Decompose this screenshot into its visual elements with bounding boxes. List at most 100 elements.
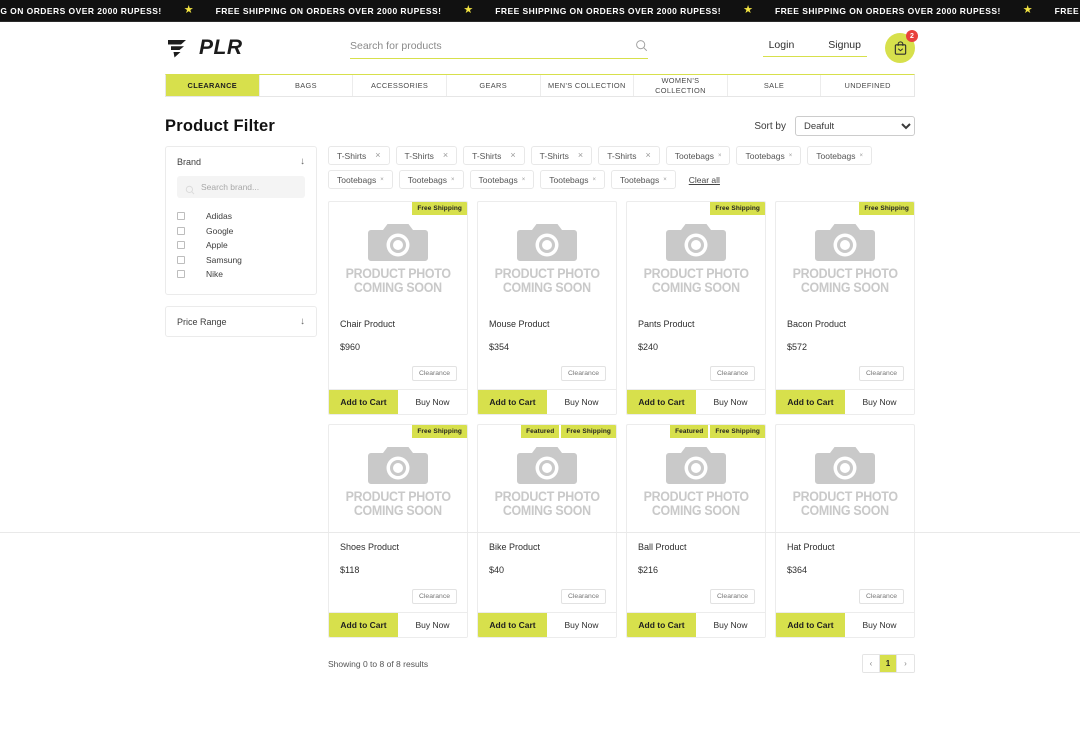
product-card[interactable]: PRODUCT PHOTO COMING SOON Hat Product $364 C… — [775, 424, 915, 638]
filter-chip[interactable]: Tootebags × — [328, 170, 393, 189]
filter-chip[interactable]: Tootebags × — [398, 170, 464, 189]
filter-chip[interactable]: Tootebags × — [736, 146, 802, 165]
price-filter-header[interactable]: Price Range ↓ — [166, 307, 316, 336]
close-x-icon[interactable]: × — [645, 151, 650, 160]
close-x-icon[interactable]: × — [578, 151, 583, 160]
checkbox-icon[interactable] — [177, 212, 185, 221]
product-category-tag: Clearance — [710, 589, 755, 604]
buy-now-button[interactable]: Buy Now — [547, 613, 616, 637]
filter-chip[interactable]: Tootebags × — [540, 170, 605, 189]
clear-all-link[interactable]: Clear all — [689, 175, 720, 185]
search-input[interactable] — [350, 37, 635, 54]
nav-item-undefined[interactable]: UNDEFINED — [821, 75, 914, 96]
filter-chip[interactable]: T-Shirts × — [598, 146, 660, 165]
product-search[interactable] — [350, 37, 648, 59]
add-to-cart-button[interactable]: Add to Cart — [329, 390, 398, 414]
filter-chip[interactable]: Tootebags × — [469, 170, 535, 189]
camera-icon — [517, 221, 577, 264]
checkbox-icon[interactable] — [177, 241, 185, 250]
brand-option-nike[interactable]: Nike — [177, 267, 305, 282]
nav-item-bags[interactable]: BAGS — [260, 75, 354, 96]
chevron-left-icon[interactable]: ‹ — [863, 655, 880, 672]
product-badges: Featured Free Shipping — [670, 425, 765, 438]
coming-soon-text: COMING SOON — [353, 280, 443, 295]
nav-item-clearance[interactable]: CLEARANCE — [166, 75, 260, 96]
product-badges: Free Shipping — [412, 425, 467, 438]
arrow-down-icon[interactable]: ↓ — [300, 157, 305, 167]
close-x-icon[interactable]: × — [375, 151, 380, 160]
page-button-1[interactable]: 1 — [880, 655, 897, 672]
buy-now-button[interactable]: Buy Now — [547, 390, 616, 414]
nav-item-sale[interactable]: SALE — [728, 75, 822, 96]
add-to-cart-button[interactable]: Add to Cart — [329, 613, 398, 637]
nav-item-accessories[interactable]: ACCESSORIES — [353, 75, 447, 96]
close-x-icon[interactable]: × — [443, 151, 448, 160]
search-icon[interactable] — [635, 39, 648, 52]
nav-item-men-s-collection[interactable]: MEN'S COLLECTION — [541, 75, 635, 96]
close-x-icon[interactable]: × — [522, 177, 526, 183]
coming-soon-text: COMING SOON — [800, 280, 890, 295]
buy-now-button[interactable]: Buy Now — [845, 390, 914, 414]
add-to-cart-button[interactable]: Add to Cart — [627, 390, 696, 414]
filter-chip[interactable]: T-Shirts × — [328, 146, 390, 165]
login-link[interactable]: Login — [769, 39, 795, 51]
checkbox-icon[interactable] — [177, 255, 185, 264]
filter-chip[interactable]: T-Shirts × — [395, 146, 458, 165]
filter-chip-label: Tootebags — [549, 174, 589, 185]
brand-option-apple[interactable]: Apple — [177, 238, 305, 253]
product-badges: Free Shipping — [412, 202, 467, 215]
brand-search-input[interactable] — [201, 182, 297, 192]
coming-soon-text: PRODUCT PHOTO — [345, 489, 451, 505]
product-card[interactable]: Free Shipping PRODUCT PHOTO COMING SOON Sho… — [328, 424, 468, 638]
buy-now-button[interactable]: Buy Now — [696, 613, 765, 637]
product-card[interactable]: Featured Free Shipping PRODUCT PHOTO COMING… — [626, 424, 766, 638]
brand-search[interactable] — [177, 176, 305, 198]
product-card[interactable]: PRODUCT PHOTO COMING SOON Mouse Product $35… — [477, 201, 617, 415]
close-x-icon[interactable]: × — [451, 177, 455, 183]
sort-select[interactable]: Deafult — [795, 116, 915, 136]
close-x-icon[interactable]: × — [718, 153, 722, 159]
product-card[interactable]: Featured Free Shipping PRODUCT PHOTO COMING… — [477, 424, 617, 638]
brand-option-samsung[interactable]: Samsung — [177, 253, 305, 268]
add-to-cart-button[interactable]: Add to Cart — [776, 390, 845, 414]
logo[interactable]: PLR — [165, 36, 340, 61]
buy-now-button[interactable]: Buy Now — [398, 613, 467, 637]
badge-featured: Featured — [670, 425, 709, 438]
product-card[interactable]: Free Shipping PRODUCT PHOTO COMING SOON Cha… — [328, 201, 468, 415]
signup-link[interactable]: Signup — [828, 39, 861, 51]
buy-now-button[interactable]: Buy Now — [696, 390, 765, 414]
filter-chip[interactable]: T-Shirts × — [463, 146, 525, 165]
close-x-icon[interactable]: × — [859, 153, 863, 159]
filter-chip[interactable]: Tootebags × — [807, 146, 872, 165]
filter-chip[interactable]: Tootebags × — [665, 146, 731, 165]
filter-chip-label: Tootebags — [478, 174, 518, 185]
close-x-icon[interactable]: × — [510, 151, 515, 160]
close-x-icon[interactable]: × — [380, 177, 384, 183]
checkbox-icon[interactable] — [177, 270, 185, 279]
add-to-cart-button[interactable]: Add to Cart — [776, 613, 845, 637]
brand-option-adidas[interactable]: Adidas — [177, 209, 305, 224]
product-card[interactable]: Free Shipping PRODUCT PHOTO COMING SOON Pan… — [626, 201, 766, 415]
filter-chip[interactable]: T-Shirts × — [530, 146, 593, 165]
add-to-cart-button[interactable]: Add to Cart — [478, 390, 547, 414]
product-card[interactable]: Free Shipping PRODUCT PHOTO COMING SOON Bac… — [775, 201, 915, 415]
add-to-cart-button[interactable]: Add to Cart — [478, 613, 547, 637]
filter-chip[interactable]: Tootebags × — [611, 170, 676, 189]
add-to-cart-button[interactable]: Add to Cart — [627, 613, 696, 637]
checkbox-icon[interactable] — [177, 226, 185, 235]
close-x-icon[interactable]: × — [789, 153, 793, 159]
product-image-placeholder: PRODUCT PHOTO COMING SOON — [627, 425, 765, 531]
arrow-down-icon[interactable]: ↓ — [300, 316, 305, 327]
buy-now-button[interactable]: Buy Now — [845, 613, 914, 637]
nav-item-women-s-collection[interactable]: WOMEN'S COLLECTION — [634, 75, 728, 96]
buy-now-button[interactable]: Buy Now — [398, 390, 467, 414]
brand-filter-header[interactable]: Brand ↓ — [166, 147, 316, 176]
cart-button[interactable]: 2 — [885, 30, 918, 63]
close-x-icon[interactable]: × — [663, 177, 667, 183]
chevron-right-icon[interactable]: › — [897, 655, 914, 672]
nav-item-gears[interactable]: GEARS — [447, 75, 541, 96]
filter-chip-label: T-Shirts — [607, 150, 637, 161]
brand-option-google[interactable]: Google — [177, 224, 305, 239]
close-x-icon[interactable]: × — [592, 177, 596, 183]
product-name: Bacon Product — [787, 319, 847, 329]
